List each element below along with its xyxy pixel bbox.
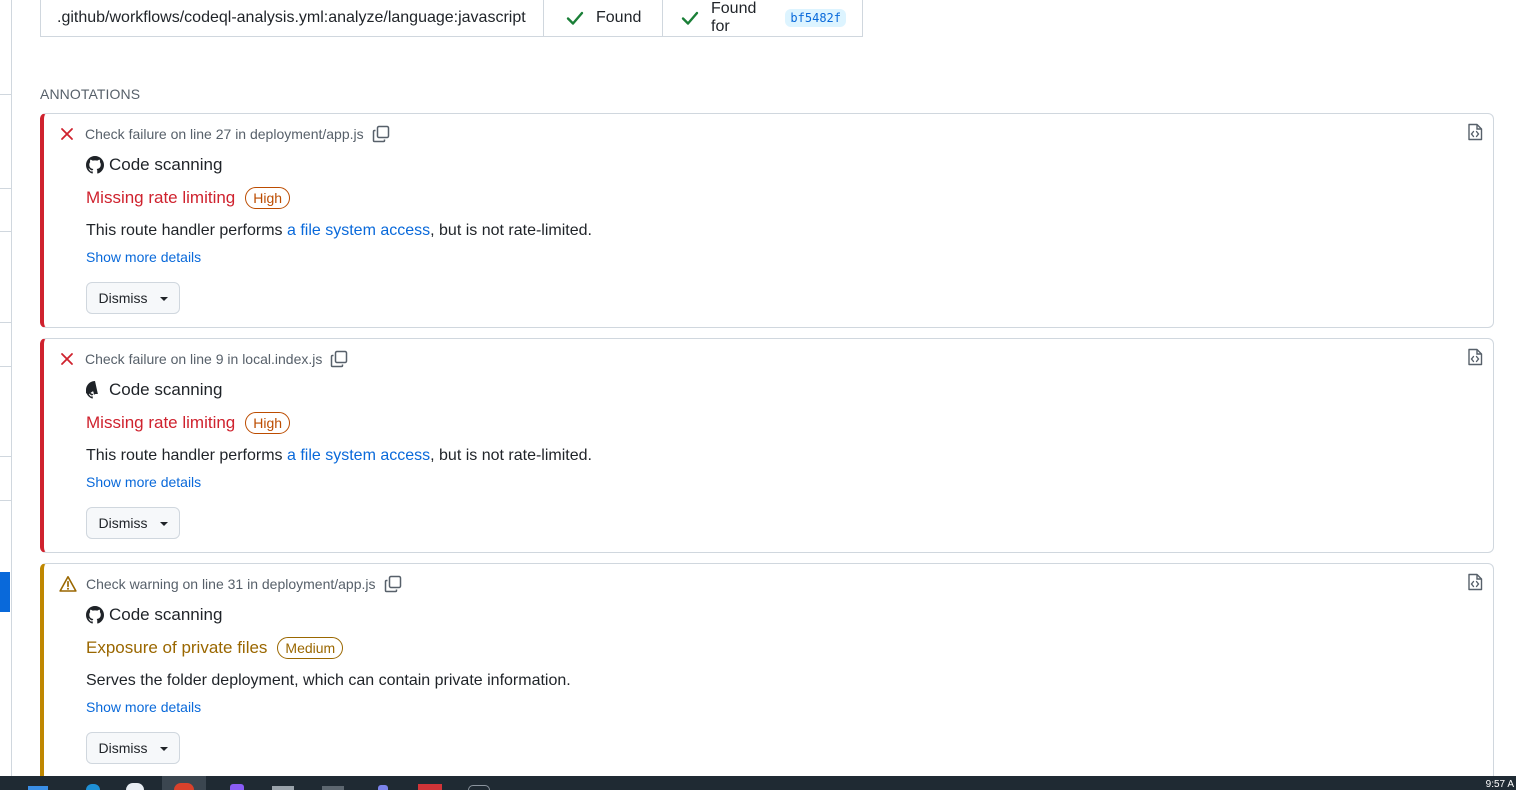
triangle-down-icon xyxy=(159,297,168,301)
message-text: , but is not rate-limited. xyxy=(430,447,592,464)
tool-label: Code scanning xyxy=(109,380,223,399)
show-more-details-link[interactable]: Show more details xyxy=(86,474,201,490)
annotation-location: Check warning on line 31 in deployment/a… xyxy=(86,576,376,592)
severity-badge: High xyxy=(245,412,291,434)
rule-title[interactable]: Missing rate limiting xyxy=(86,188,235,208)
alert-icon xyxy=(59,576,77,592)
app-icon[interactable] xyxy=(322,786,344,790)
show-more-details-link[interactable]: Show more details xyxy=(86,249,201,265)
github-mark-icon xyxy=(86,156,104,174)
annotation-header: Check warning on line 31 in deployment/a… xyxy=(59,573,402,595)
os-taskbar: 9:57 A xyxy=(0,776,1516,790)
triangle-down-icon xyxy=(159,747,168,751)
message-text: This route handler performs xyxy=(86,447,287,464)
teams-icon[interactable] xyxy=(378,785,388,790)
severity-badge: Medium xyxy=(277,637,344,659)
check-icon xyxy=(681,11,699,25)
show-more-details-link[interactable]: Show more details xyxy=(86,699,201,715)
found-label: Found xyxy=(596,8,642,26)
sidebar-divider xyxy=(0,231,12,232)
sidebar-active-indicator[interactable] xyxy=(0,572,10,612)
workflow-path: .github/workflows/codeql-analysis.yml:an… xyxy=(41,0,544,36)
sidebar-divider xyxy=(0,366,12,367)
github-mark-icon xyxy=(86,606,104,624)
message-text: This route handler performs xyxy=(86,222,287,239)
tool-name: Code scanning xyxy=(86,380,222,400)
x-icon xyxy=(61,353,73,365)
commit-sha-link[interactable]: bf5482f xyxy=(785,8,846,27)
rule-title[interactable]: Missing rate limiting xyxy=(86,413,235,433)
sidebar-divider xyxy=(0,322,12,323)
file-code-icon[interactable] xyxy=(1465,347,1485,367)
file-code-icon[interactable] xyxy=(1465,122,1485,142)
copy-icon[interactable] xyxy=(372,125,390,143)
copy-icon[interactable] xyxy=(330,350,348,368)
annotation-header: Check failure on line 9 in local.index.j… xyxy=(59,348,348,370)
annotation-message: This route handler performs a file syste… xyxy=(86,447,592,465)
dismiss-label: Dismiss xyxy=(98,290,148,306)
message-text: , but is not rate-limited. xyxy=(430,222,592,239)
file-code-icon[interactable] xyxy=(1465,572,1485,592)
x-icon xyxy=(61,128,73,140)
chrome-browser-icon[interactable] xyxy=(126,783,144,790)
annotations-heading: ANNOTATIONS xyxy=(40,86,141,102)
tool-name: Code scanning xyxy=(86,155,222,175)
annotation-message: This route handler performs a file syste… xyxy=(86,222,592,240)
taskbar-clock[interactable]: 9:57 A xyxy=(1486,780,1514,790)
copy-icon[interactable] xyxy=(384,575,402,593)
app-icon[interactable] xyxy=(174,783,194,790)
annotation-location: Check failure on line 27 in deployment/a… xyxy=(85,126,364,142)
sidebar-divider xyxy=(0,188,12,189)
tool-label: Code scanning xyxy=(109,605,223,624)
rule-row: Missing rate limiting High xyxy=(86,412,291,434)
sidebar-divider xyxy=(0,456,12,457)
dismiss-label: Dismiss xyxy=(98,515,148,531)
sidebar-divider xyxy=(0,500,12,501)
tool-label: Code scanning xyxy=(109,155,223,174)
severity-badge: High xyxy=(245,187,291,209)
annotation-card: Check failure on line 27 in deployment/a… xyxy=(40,113,1494,328)
rule-row: Missing rate limiting High xyxy=(86,187,291,209)
github-mark-icon xyxy=(86,381,98,399)
annotation-header: Check failure on line 27 in deployment/a… xyxy=(59,123,390,145)
annotation-card: Check failure on line 9 in local.index.j… xyxy=(40,338,1494,553)
app-icon[interactable] xyxy=(468,785,490,790)
edge-browser-icon[interactable] xyxy=(86,784,100,790)
tool-name: Code scanning xyxy=(86,605,222,625)
dismiss-button[interactable]: Dismiss xyxy=(86,732,180,764)
annotation-card: Check warning on line 31 in deployment/a… xyxy=(40,563,1494,790)
dismiss-button[interactable]: Dismiss xyxy=(86,507,180,539)
message-link[interactable]: a file system access xyxy=(287,447,430,464)
check-icon xyxy=(566,11,584,25)
start-icon[interactable] xyxy=(28,786,48,790)
annotation-location: Check failure on line 9 in local.index.j… xyxy=(85,351,323,367)
found-status: Found xyxy=(544,0,663,36)
dismiss-label: Dismiss xyxy=(98,740,148,756)
found-for-status: Found for bf5482f xyxy=(663,0,862,36)
triangle-down-icon xyxy=(159,522,168,526)
app-icon[interactable] xyxy=(418,784,442,790)
page: .github/workflows/codeql-analysis.yml:an… xyxy=(0,0,1516,790)
rule-row: Exposure of private files Medium xyxy=(86,637,344,659)
sidebar-divider xyxy=(0,94,12,95)
left-sidebar-strip xyxy=(0,0,12,776)
found-for-label: Found for xyxy=(711,0,757,35)
annotation-message: Serves the folder deployment, which can … xyxy=(86,672,571,689)
dismiss-button[interactable]: Dismiss xyxy=(86,282,180,314)
message-link[interactable]: a file system access xyxy=(287,222,430,239)
app-icon[interactable] xyxy=(272,786,294,790)
alert-summary-row: .github/workflows/codeql-analysis.yml:an… xyxy=(40,0,863,37)
visual-studio-icon[interactable] xyxy=(230,784,244,790)
rule-title[interactable]: Exposure of private files xyxy=(86,638,267,658)
